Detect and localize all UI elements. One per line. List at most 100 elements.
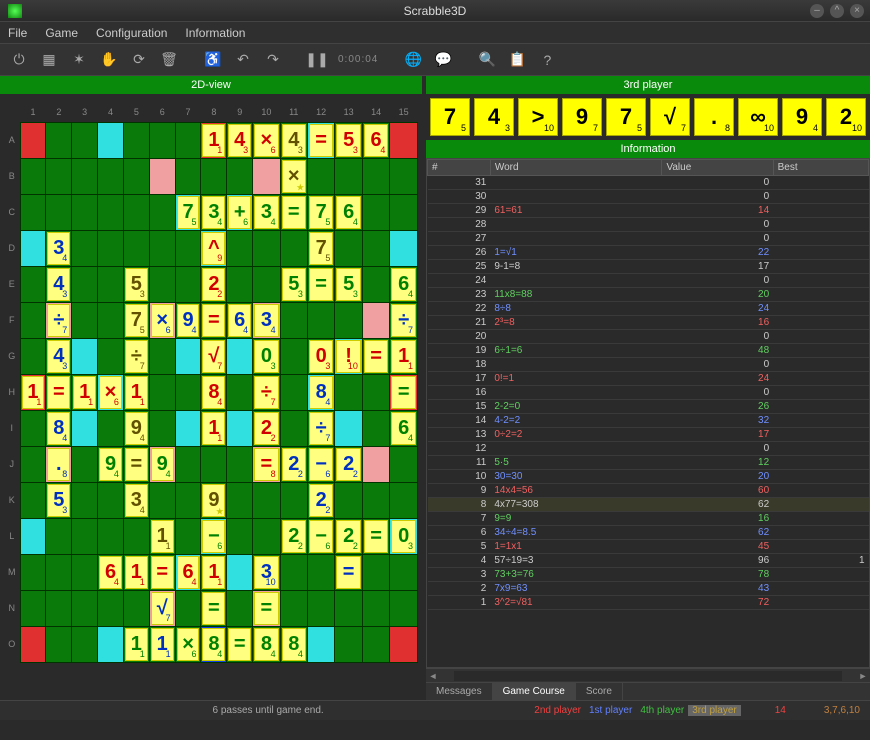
rack-tile[interactable]: 43 [474,98,514,136]
game-tile[interactable]: = [309,124,333,157]
board-cell[interactable] [335,626,362,662]
board-cell[interactable]: = [390,374,418,410]
board-cell[interactable]: 11 [201,554,227,590]
globe-icon[interactable]: 🌐 [400,47,426,73]
board-cell[interactable] [280,374,307,410]
history-row[interactable]: 280 [428,218,869,232]
board-cell[interactable] [149,230,175,266]
game-tile[interactable]: 11 [125,556,148,589]
game-tile[interactable]: +6 [228,196,251,229]
board-cell[interactable] [20,194,46,230]
board-cell[interactable]: 43 [46,266,72,302]
board-cell[interactable] [175,482,201,518]
board-cell[interactable]: = [335,554,362,590]
pause-icon[interactable]: ❚❚ [304,47,330,73]
game-tile[interactable]: = [151,556,174,589]
board-cell[interactable] [362,410,389,446]
board-cell[interactable] [335,374,362,410]
board-cell[interactable] [72,626,98,662]
board-cell[interactable]: .8 [46,446,72,482]
board-cell[interactable] [362,590,389,626]
board-cell[interactable]: 34 [201,194,227,230]
board-cell[interactable] [20,158,46,194]
board-cell[interactable]: √7 [201,338,227,374]
board-cell[interactable] [390,482,418,518]
board-cell[interactable]: ×★ [280,158,307,194]
board-cell[interactable] [123,194,149,230]
board-cell[interactable]: = [201,590,227,626]
game-tile[interactable]: = [336,556,360,589]
board-cell[interactable]: 64 [175,554,201,590]
game-tile[interactable]: ÷7 [125,340,148,373]
board-cell[interactable]: ×6 [149,302,175,338]
board-cell[interactable]: +6 [227,194,253,230]
game-tile[interactable]: 84 [202,628,225,661]
board-cell[interactable]: 84 [280,626,307,662]
board-cell[interactable] [123,590,149,626]
board-cell[interactable]: 03 [390,518,418,554]
board-cell[interactable] [98,590,124,626]
game-tile[interactable]: 75 [309,196,333,229]
rack-tile[interactable]: 97 [562,98,602,136]
board-cell[interactable]: 34 [123,482,149,518]
board-cell[interactable] [335,158,362,194]
board-cell[interactable] [335,410,362,446]
game-tile[interactable]: 22 [336,520,360,553]
game-tile[interactable]: −6 [309,520,333,553]
board-cell[interactable] [362,446,389,482]
rack-tile[interactable]: 75 [606,98,646,136]
board-cell[interactable] [201,446,227,482]
board-cell[interactable] [20,302,46,338]
game-tile[interactable]: 22 [282,520,306,553]
game-tile[interactable]: 64 [391,268,416,301]
board-cell[interactable]: 53 [335,266,362,302]
game-tile[interactable]: 84 [202,376,225,409]
game-tile[interactable]: 94 [125,412,148,445]
board-cell[interactable] [390,590,418,626]
game-tile[interactable]: = [47,376,70,409]
board-cell[interactable]: 34 [253,302,280,338]
board-cell[interactable] [307,590,334,626]
help-icon[interactable]: ? [534,47,560,73]
board-cell[interactable] [149,158,175,194]
game-tile[interactable]: 34 [202,196,225,229]
board-cell[interactable] [72,122,98,158]
board-cell[interactable] [72,158,98,194]
board-cell[interactable] [175,518,201,554]
board-cell[interactable]: 84 [253,626,280,662]
game-tile[interactable]: 11 [202,556,225,589]
board-cell[interactable]: 53 [280,266,307,302]
game-tile[interactable]: ^9 [202,232,225,265]
history-table[interactable]: #WordValueBest3103002961=6114280270261=√… [426,158,870,668]
history-row[interactable]: 152-2=026 [428,400,869,414]
tab-messages[interactable]: Messages [426,683,493,700]
redo-icon[interactable]: ↷ [260,47,286,73]
board-cell[interactable] [227,338,253,374]
board-cell[interactable] [46,158,72,194]
board-cell[interactable] [280,338,307,374]
game-tile[interactable]: 75 [309,232,333,265]
game-tile[interactable]: = [125,448,148,481]
board-cell[interactable]: = [253,590,280,626]
board-cell[interactable] [307,626,334,662]
history-row[interactable]: 228÷824 [428,302,869,316]
board-cell[interactable]: 75 [307,194,334,230]
game-tile[interactable]: 43 [228,124,251,157]
board-cell[interactable]: 94 [149,446,175,482]
game-tile[interactable]: 22 [282,448,306,481]
board-cell[interactable]: = [307,266,334,302]
board-cell[interactable] [280,302,307,338]
board-cell[interactable] [20,518,46,554]
board-cell[interactable]: = [201,302,227,338]
board-cell[interactable] [72,410,98,446]
board-cell[interactable] [335,302,362,338]
menu-info[interactable]: Information [185,26,245,40]
board-cell[interactable]: = [46,374,72,410]
board-cell[interactable]: 34 [46,230,72,266]
board-cell[interactable] [280,410,307,446]
board-cell[interactable]: 9★ [201,482,227,518]
menu-game[interactable]: Game [45,26,78,40]
rack-tile[interactable]: .8 [694,98,734,136]
game-tile[interactable]: 43 [282,124,306,157]
board-cell[interactable]: 11 [390,338,418,374]
